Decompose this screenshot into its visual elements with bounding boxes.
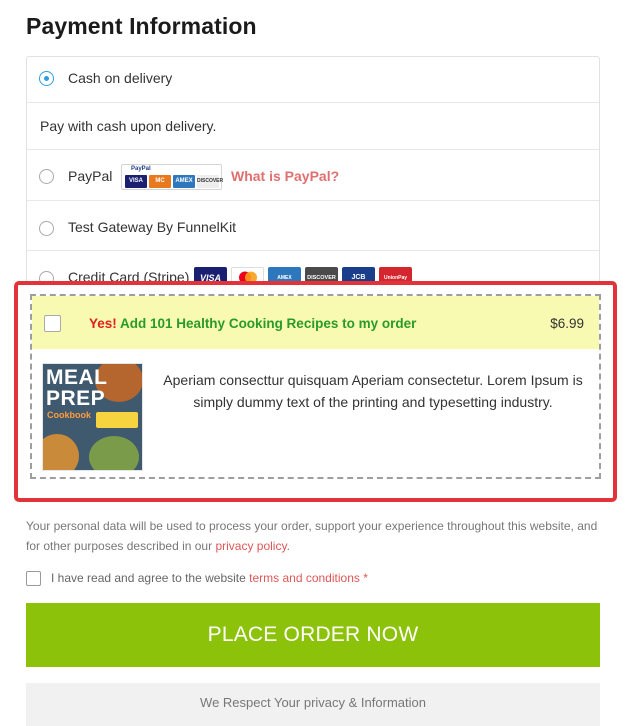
terms-checkbox[interactable]	[26, 570, 41, 586]
order-bump-title: Yes! Add 101 Healthy Cooking Recipes to …	[89, 316, 416, 331]
book-title-line-2: PREP	[46, 387, 106, 410]
payment-method-test-gateway[interactable]: Test Gateway By FunnelKit	[27, 200, 599, 250]
paypal-radio[interactable]	[39, 169, 54, 184]
payment-method-cod[interactable]: Cash on delivery	[27, 57, 599, 102]
order-bump-description: Aperiam consecttur quisquam Aperiam cons…	[163, 372, 583, 410]
terms-agreement: I have read and agree to the website ter…	[26, 569, 368, 587]
order-bump-title-text: Add 101 Healthy Cooking Recipes to my or…	[116, 316, 417, 331]
book-cover-image: MEAL PREP Cookbook	[42, 363, 143, 471]
what-is-paypal-link[interactable]: What is PayPal?	[231, 168, 339, 184]
page-title: Payment Information	[26, 13, 257, 39]
paypal-logo-text: PayPal	[131, 166, 151, 172]
payment-methods-list: Cash on delivery Pay with cash upon deli…	[26, 56, 600, 286]
order-bump-yes: Yes!	[89, 316, 117, 331]
cod-radio[interactable]	[39, 71, 54, 86]
paypal-acceptance-logo: PayPal VISA MC AMEX DISCOVER	[121, 164, 223, 190]
cod-description-box: Pay with cash upon delivery.	[27, 102, 599, 149]
order-bump-box: Yes! Add 101 Healthy Cooking Recipes to …	[30, 294, 601, 479]
required-asterisk: *	[363, 571, 368, 585]
amex-mini-icon: AMEX	[173, 175, 195, 188]
payment-method-paypal[interactable]: PayPal PayPal VISA MC AMEX DISCOVER What…	[27, 149, 599, 200]
order-bump-checkbox[interactable]	[44, 315, 61, 332]
food-photo-decoration	[43, 434, 79, 470]
cod-description: Pay with cash upon delivery.	[40, 118, 217, 134]
terms-link[interactable]: terms and conditions	[249, 571, 360, 585]
terms-label: I have read and agree to the website ter…	[51, 571, 368, 585]
terms-text: I have read and agree to the website	[51, 571, 250, 585]
visa-mini-icon: VISA	[125, 175, 147, 188]
book-subtitle: Cookbook	[47, 410, 91, 420]
mastercard-mini-icon: MC	[149, 175, 171, 188]
place-order-button[interactable]: PLACE ORDER NOW	[26, 603, 600, 667]
order-bump-price: $6.99	[550, 316, 584, 331]
privacy-end: .	[286, 539, 290, 553]
cod-label: Cash on delivery	[68, 70, 173, 86]
book-badge	[96, 412, 138, 428]
privacy-text: Your personal data will be used to proce…	[26, 519, 598, 553]
privacy-notice: Your personal data will be used to proce…	[26, 516, 606, 556]
food-photo-decoration	[89, 436, 139, 470]
test-gateway-label: Test Gateway By FunnelKit	[68, 219, 237, 235]
paypal-label: PayPal	[68, 168, 113, 184]
discover-mini-icon: DISCOVER	[197, 175, 223, 188]
privacy-policy-link[interactable]: privacy policy	[215, 539, 286, 553]
test-gateway-radio[interactable]	[39, 221, 54, 236]
order-bump-highlight: Yes! Add 101 Healthy Cooking Recipes to …	[14, 281, 617, 502]
privacy-respect-note: We Respect Your privacy & Information	[26, 683, 600, 726]
book-title-line-1: MEAL	[46, 366, 108, 389]
order-bump-header[interactable]: Yes! Add 101 Healthy Cooking Recipes to …	[32, 296, 599, 349]
